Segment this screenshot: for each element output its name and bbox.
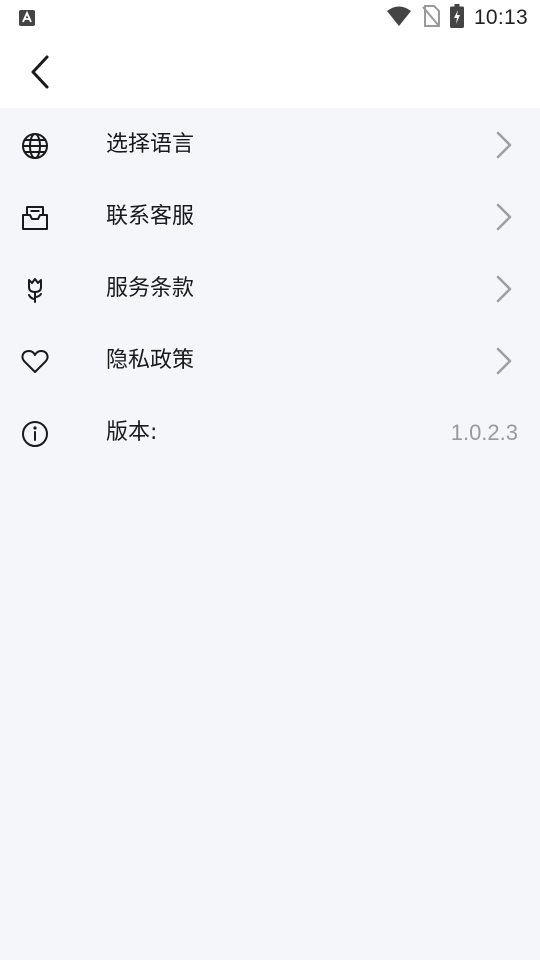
chevron-left-icon xyxy=(31,55,49,89)
settings-menu: 选择语言 联系客服 服务条款 隐私政策 版本: 1.0.2.3 xyxy=(0,109,540,469)
menu-item-label: 联系客服 xyxy=(106,204,195,229)
menu-item-language[interactable]: 选择语言 xyxy=(0,109,540,181)
menu-item-terms-of-service[interactable]: 服务条款 xyxy=(0,253,540,325)
a-notification-icon xyxy=(18,9,36,27)
menu-item-label: 隐私政策 xyxy=(106,348,195,373)
chevron-right-icon xyxy=(496,131,512,159)
back-button[interactable] xyxy=(20,52,60,92)
inbox-icon xyxy=(20,203,50,233)
version-label: 版本: xyxy=(106,420,158,445)
tulip-icon xyxy=(20,275,50,305)
battery-charging-icon xyxy=(449,4,464,32)
chevron-right-icon xyxy=(496,203,512,231)
menu-item-privacy-policy[interactable]: 隐私政策 xyxy=(0,325,540,397)
header xyxy=(0,36,540,108)
no-sim-icon xyxy=(422,5,440,31)
info-icon xyxy=(20,419,50,449)
heart-icon xyxy=(20,347,50,377)
status-icons: 10:13 xyxy=(386,4,528,32)
menu-item-label: 选择语言 xyxy=(106,132,195,157)
chevron-right-icon xyxy=(496,347,512,375)
wifi-icon xyxy=(386,5,412,31)
version-value: 1.0.2.3 xyxy=(450,420,518,445)
menu-item-customer-service[interactable]: 联系客服 xyxy=(0,181,540,253)
menu-item-version: 版本: 1.0.2.3 xyxy=(0,397,540,469)
menu-item-label: 服务条款 xyxy=(106,276,195,301)
globe-icon xyxy=(20,131,50,161)
chevron-right-icon xyxy=(496,275,512,303)
status-bar: 10:13 xyxy=(0,0,540,36)
status-time: 10:13 xyxy=(473,6,528,29)
